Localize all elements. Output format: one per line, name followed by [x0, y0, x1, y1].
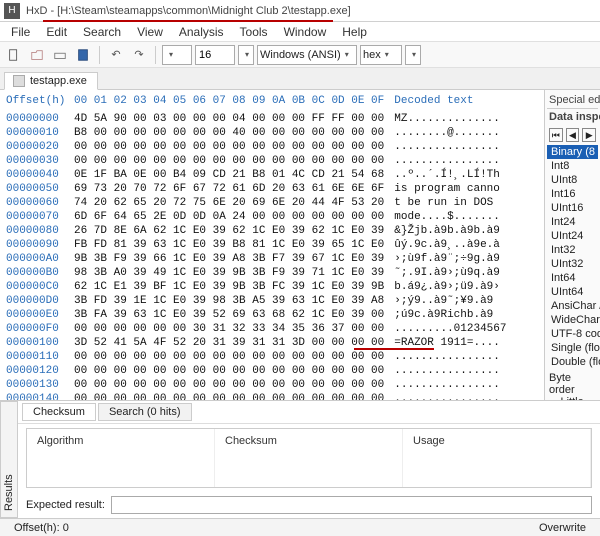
- main-area: Offset(h) 00 01 02 03 04 05 06 07 08 09 …: [0, 90, 600, 400]
- dropdown-group-a[interactable]: [162, 45, 192, 65]
- type-item[interactable]: WideChar /: [547, 313, 598, 327]
- menu-analysis[interactable]: Analysis: [172, 23, 231, 41]
- nav-prev-icon[interactable]: ◀: [566, 128, 580, 142]
- undo-icon[interactable]: ↶: [106, 45, 126, 65]
- type-item[interactable]: UInt64: [547, 285, 598, 299]
- col-algorithm: Algorithm: [27, 429, 215, 487]
- status-bar: Offset(h): 0 Overwrite: [0, 518, 600, 536]
- save-icon[interactable]: [73, 45, 93, 65]
- hex-row[interactable]: 00000090FB FD 81 39 63 1C E0 39 B8 81 1C…: [6, 238, 544, 252]
- results-side-tab[interactable]: Results: [0, 401, 18, 518]
- title-underline-annotation: [43, 20, 333, 22]
- results-grid[interactable]: Algorithm Checksum Usage: [26, 428, 592, 488]
- menu-file[interactable]: File: [4, 23, 37, 41]
- decoded-underline-annotation: [354, 348, 434, 350]
- type-item[interactable]: Int16: [547, 187, 598, 201]
- little-endian-radio[interactable]: Little en: [549, 396, 596, 400]
- type-item[interactable]: Int8: [547, 159, 598, 173]
- menu-view[interactable]: View: [130, 23, 170, 41]
- drive-icon[interactable]: [50, 45, 70, 65]
- nav-next-icon[interactable]: ▶: [582, 128, 596, 142]
- hex-row[interactable]: 000000B098 3B A0 39 49 1C E0 39 9B 3B F9…: [6, 266, 544, 280]
- open-icon[interactable]: [27, 45, 47, 65]
- type-item[interactable]: UInt8: [547, 173, 598, 187]
- type-item[interactable]: Double (floa: [547, 355, 598, 369]
- hex-row[interactable]: 000000F000 00 00 00 00 00 30 31 32 33 34…: [6, 322, 544, 336]
- menu-edit[interactable]: Edit: [39, 23, 74, 41]
- charset-select[interactable]: Windows (ANSI): [257, 45, 357, 65]
- file-tab-label: testapp.exe: [30, 75, 87, 87]
- menu-window[interactable]: Window: [277, 23, 334, 41]
- file-icon: [13, 75, 25, 87]
- inspector-header: Data inspec: [547, 111, 598, 123]
- type-item[interactable]: Int32: [547, 243, 598, 257]
- hex-row[interactable]: 000000004D 5A 90 00 03 00 00 00 04 00 00…: [6, 112, 544, 126]
- nav-first-icon[interactable]: ⏮: [549, 128, 563, 142]
- toolbar: ↶ ↷ Windows (ANSI) hex: [0, 42, 600, 68]
- checksum-tab[interactable]: Checksum: [22, 403, 96, 421]
- hex-row[interactable]: 000000E03B FA 39 63 1C E0 39 52 69 63 68…: [6, 308, 544, 322]
- type-list[interactable]: Binary (8 bitInt8UInt8Int16UInt16Int24UI…: [547, 145, 598, 369]
- menu-bar: File Edit Search View Analysis Tools Win…: [0, 22, 600, 42]
- col-usage: Usage: [403, 429, 591, 487]
- hex-row[interactable]: 0000008026 7D 8E 6A 62 1C E0 39 62 1C E0…: [6, 224, 544, 238]
- bytes-per-group-input[interactable]: [195, 45, 235, 65]
- col-checksum: Checksum: [215, 429, 403, 487]
- menu-help[interactable]: Help: [335, 23, 374, 41]
- offset-header: Offset(h): [6, 94, 74, 108]
- base-select[interactable]: hex: [360, 45, 402, 65]
- group-stepper[interactable]: [238, 45, 254, 65]
- hex-row[interactable]: 0000014000 00 00 00 00 00 00 00 00 00 00…: [6, 392, 544, 400]
- menu-search[interactable]: Search: [76, 23, 128, 41]
- dropdown-extra[interactable]: [405, 45, 421, 65]
- hex-row[interactable]: 0000011000 00 00 00 00 00 00 00 00 00 00…: [6, 350, 544, 364]
- type-item[interactable]: UInt24: [547, 229, 598, 243]
- hex-row[interactable]: 000000D03B FD 39 1E 1C E0 39 98 3B A5 39…: [6, 294, 544, 308]
- bottom-panel: Results Checksum Search (0 hits) Algorit…: [0, 400, 600, 518]
- type-item[interactable]: AnsiChar /: [547, 299, 598, 313]
- hex-row[interactable]: 0000006074 20 62 65 20 72 75 6E 20 69 6E…: [6, 196, 544, 210]
- hex-row[interactable]: 000000C062 1C E1 39 BF 1C E0 39 9B 3B FC…: [6, 280, 544, 294]
- status-mode: Overwrite: [531, 522, 594, 534]
- type-item[interactable]: Int64: [547, 271, 598, 285]
- expected-result-label: Expected result:: [26, 499, 105, 511]
- search-tab[interactable]: Search (0 hits): [98, 403, 192, 421]
- redo-icon[interactable]: ↷: [129, 45, 149, 65]
- hex-row[interactable]: 000001003D 52 41 5A 4F 52 20 31 39 31 31…: [6, 336, 544, 350]
- data-inspector: Special editor Data inspec ⏮ ◀ ▶ Binary …: [544, 90, 600, 400]
- hex-row[interactable]: 000000706D 6F 64 65 2E 0D 0D 0A 24 00 00…: [6, 210, 544, 224]
- hex-row[interactable]: 00000010B8 00 00 00 00 00 00 00 40 00 00…: [6, 126, 544, 140]
- title-bar: H HxD - [H:\Steam\steamapps\common\Midni…: [0, 0, 600, 22]
- type-item[interactable]: UTF-8 code: [547, 327, 598, 341]
- window-title: HxD - [H:\Steam\steamapps\common\Midnigh…: [26, 5, 351, 17]
- special-editors-header: Special editor: [547, 94, 598, 106]
- hex-row[interactable]: 0000012000 00 00 00 00 00 00 00 00 00 00…: [6, 364, 544, 378]
- hex-row[interactable]: 000000400E 1F BA 0E 00 B4 09 CD 21 B8 01…: [6, 168, 544, 182]
- decoded-header: Decoded text: [394, 94, 473, 108]
- type-item[interactable]: Int24: [547, 215, 598, 229]
- type-item[interactable]: Binary (8 bit: [547, 145, 598, 159]
- byte-header: 00 01 02 03 04 05 06 07 08 09 0A 0B 0C 0…: [74, 94, 384, 108]
- hex-row[interactable]: 0000002000 00 00 00 00 00 00 00 00 00 00…: [6, 140, 544, 154]
- new-icon[interactable]: [4, 45, 24, 65]
- hex-row[interactable]: 0000013000 00 00 00 00 00 00 00 00 00 00…: [6, 378, 544, 392]
- menu-tools[interactable]: Tools: [233, 23, 275, 41]
- byte-order-label: Byte order: [549, 372, 596, 396]
- hex-row[interactable]: 000000A09B 3B F9 39 66 1C E0 39 A8 3B F7…: [6, 252, 544, 266]
- status-offset: Offset(h): 0: [6, 522, 77, 534]
- hex-editor[interactable]: Offset(h) 00 01 02 03 04 05 06 07 08 09 …: [0, 90, 544, 400]
- file-tab[interactable]: testapp.exe: [4, 72, 98, 90]
- expected-result-input[interactable]: [111, 496, 592, 514]
- hex-row[interactable]: 0000005069 73 20 70 72 6F 67 72 61 6D 20…: [6, 182, 544, 196]
- type-item[interactable]: UInt16: [547, 201, 598, 215]
- type-item[interactable]: UInt32: [547, 257, 598, 271]
- hex-row[interactable]: 0000003000 00 00 00 00 00 00 00 00 00 00…: [6, 154, 544, 168]
- type-item[interactable]: Single (float: [547, 341, 598, 355]
- app-icon: H: [4, 3, 20, 19]
- file-tab-bar: testapp.exe: [0, 68, 600, 90]
